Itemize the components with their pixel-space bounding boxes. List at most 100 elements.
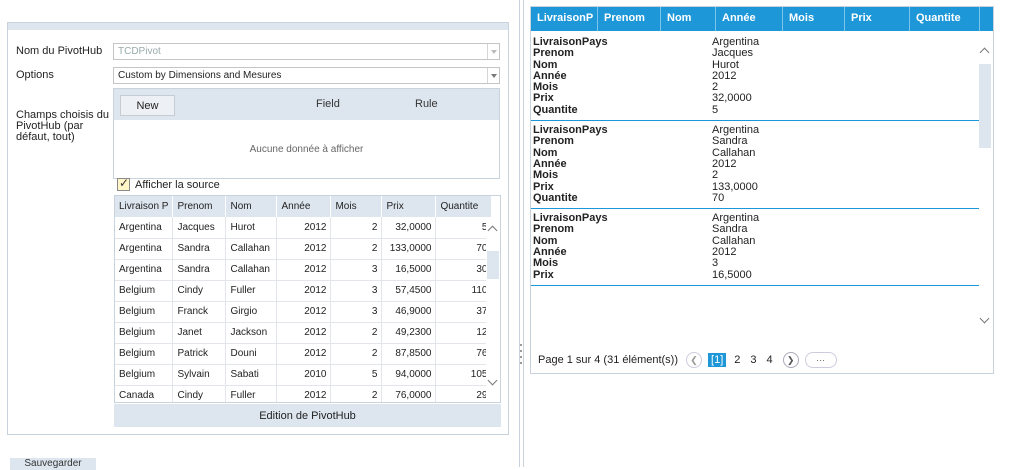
table-cell[interactable]: 30	[435, 259, 493, 281]
page-link[interactable]: 4	[767, 354, 773, 366]
column-header[interactable]: Mois	[330, 196, 383, 217]
table-cell[interactable]: Franck	[172, 301, 227, 323]
column-header[interactable]: Prix	[845, 7, 910, 31]
column-header[interactable]: Quantite	[435, 196, 493, 217]
table-cell[interactable]: 2012	[276, 280, 332, 302]
table-cell[interactable]: Sylvain	[172, 364, 227, 386]
table-cell[interactable]: Janet	[172, 322, 227, 344]
table-cell[interactable]: 94,0000	[381, 364, 437, 386]
table-cell[interactable]: 57,4500	[381, 280, 437, 302]
table-cell[interactable]: 16,5000	[381, 259, 437, 281]
table-cell[interactable]: 2010	[276, 364, 332, 386]
table-cell[interactable]: Belgium	[115, 322, 174, 344]
table-cell[interactable]: Cindy	[172, 385, 227, 402]
chevron-up-icon[interactable]	[487, 225, 498, 236]
page-link[interactable]: 2	[734, 354, 740, 366]
column-header[interactable]: Mois	[783, 7, 845, 31]
table-row[interactable]: Belgium Sylvain Sabati 2010 5 94,0000 105	[115, 364, 493, 386]
record-card[interactable]: LivraisonPays Argentina Prenom Sandra Nom Cal…	[531, 121, 979, 210]
scrollbar-thumb[interactable]	[487, 251, 499, 279]
column-header[interactable]: Année	[716, 7, 783, 31]
page-link[interactable]: 3	[750, 354, 756, 366]
table-cell[interactable]: 5	[330, 364, 383, 386]
table-cell[interactable]: 2012	[276, 385, 332, 402]
table-row[interactable]: Argentina Jacques Hurot 2012 2 32,0000 5	[115, 217, 493, 239]
table-cell[interactable]: Hurot	[225, 217, 278, 239]
table-cell[interactable]: Sabati	[225, 364, 278, 386]
page-current[interactable]: [1]	[708, 353, 727, 367]
new-field-button[interactable]: New	[120, 95, 175, 116]
table-cell[interactable]: Fuller	[225, 385, 278, 402]
table-cell[interactable]: Belgium	[115, 343, 174, 365]
splitter-grip[interactable]	[520, 340, 523, 380]
options-combo[interactable]: Custom by Dimensions and Mesures	[113, 67, 500, 84]
table-cell[interactable]: 3	[330, 280, 383, 302]
table-cell[interactable]: 2	[330, 238, 383, 260]
column-header[interactable]: Année	[276, 196, 332, 217]
table-cell[interactable]: 2	[330, 343, 383, 365]
column-header[interactable]: Prix	[381, 196, 437, 217]
table-cell[interactable]: Fuller	[225, 280, 278, 302]
table-row[interactable]: Belgium Franck Girgio 2012 3 46,9000 37	[115, 301, 493, 323]
table-cell[interactable]: Sandra	[172, 238, 227, 260]
table-cell[interactable]: 3	[330, 259, 383, 281]
table-cell[interactable]: 133,0000	[381, 238, 437, 260]
table-cell[interactable]: 110	[435, 280, 493, 302]
table-row[interactable]: Argentina Sandra Callahan 2012 3 16,5000 30	[115, 259, 493, 281]
table-cell[interactable]: Cindy	[172, 280, 227, 302]
column-header[interactable]: Nom	[225, 196, 278, 217]
table-row[interactable]: Belgium Janet Jackson 2012 2 49,2300 12	[115, 322, 493, 344]
table-cell[interactable]: 2012	[276, 217, 332, 239]
table-cell[interactable]: Callahan	[225, 238, 278, 260]
table-scrollbar[interactable]	[486, 217, 500, 402]
table-cell[interactable]: 2	[330, 217, 383, 239]
column-header[interactable]: Prenom	[598, 7, 661, 31]
table-cell[interactable]: 76	[435, 343, 493, 365]
table-cell[interactable]: Jackson	[225, 322, 278, 344]
show-source-row[interactable]: Afficher la source	[117, 176, 220, 191]
table-cell[interactable]: Jacques	[172, 217, 227, 239]
table-cell[interactable]: 2012	[276, 343, 332, 365]
table-row[interactable]: Belgium Cindy Fuller 2012 3 57,4500 110	[115, 280, 493, 302]
next-page-icon[interactable]: ❯	[782, 352, 799, 368]
table-cell[interactable]: 87,8500	[381, 343, 437, 365]
table-cell[interactable]: 5	[435, 217, 493, 239]
table-cell[interactable]: 2012	[276, 238, 332, 260]
more-pages-button[interactable]: ···	[804, 352, 837, 368]
table-cell[interactable]: 32,0000	[381, 217, 437, 239]
table-cell[interactable]: Canada	[115, 385, 174, 402]
column-header[interactable]: Prenom	[172, 196, 227, 217]
table-cell[interactable]: 29	[435, 385, 493, 402]
table-cell[interactable]: Douni	[225, 343, 278, 365]
table-cell[interactable]: 37	[435, 301, 493, 323]
prev-page-icon[interactable]: ❮	[686, 352, 703, 368]
save-button[interactable]: Sauvegarder	[10, 458, 96, 470]
table-cell[interactable]: Girgio	[225, 301, 278, 323]
chevron-down-icon[interactable]	[979, 313, 990, 324]
chevron-down-icon[interactable]	[487, 375, 498, 386]
table-cell[interactable]: 3	[330, 301, 383, 323]
column-header[interactable]: Nom	[661, 7, 716, 31]
table-cell[interactable]: 2012	[276, 322, 332, 344]
record-card[interactable]: LivraisonPays Argentina Prenom Jacques Nom Hu…	[531, 33, 979, 122]
column-header[interactable]: Quantite	[910, 7, 980, 31]
table-cell[interactable]: 2	[330, 385, 383, 402]
table-cell[interactable]: 70	[435, 238, 493, 260]
table-cell[interactable]: Sandra	[172, 259, 227, 281]
column-header-field[interactable]: Field	[316, 98, 340, 110]
column-header[interactable]: Livraison P	[115, 196, 174, 217]
table-cell[interactable]: 76,0000	[381, 385, 437, 402]
column-header[interactable]: LivraisonP	[531, 7, 598, 31]
table-cell[interactable]: 2012	[276, 259, 332, 281]
table-cell[interactable]: Belgium	[115, 280, 174, 302]
column-header-rule[interactable]: Rule	[415, 98, 438, 110]
table-cell[interactable]: 12	[435, 322, 493, 344]
table-cell[interactable]: Callahan	[225, 259, 278, 281]
chevron-down-icon[interactable]	[487, 68, 499, 83]
table-cell[interactable]: 105	[435, 364, 493, 386]
table-cell[interactable]: Belgium	[115, 364, 174, 386]
table-row[interactable]: Argentina Sandra Callahan 2012 2 133,0000 70	[115, 238, 493, 260]
pivothub-name-combo[interactable]: TCDPivot	[113, 43, 500, 60]
table-cell[interactable]: 49,2300	[381, 322, 437, 344]
chevron-down-icon[interactable]	[487, 44, 499, 59]
